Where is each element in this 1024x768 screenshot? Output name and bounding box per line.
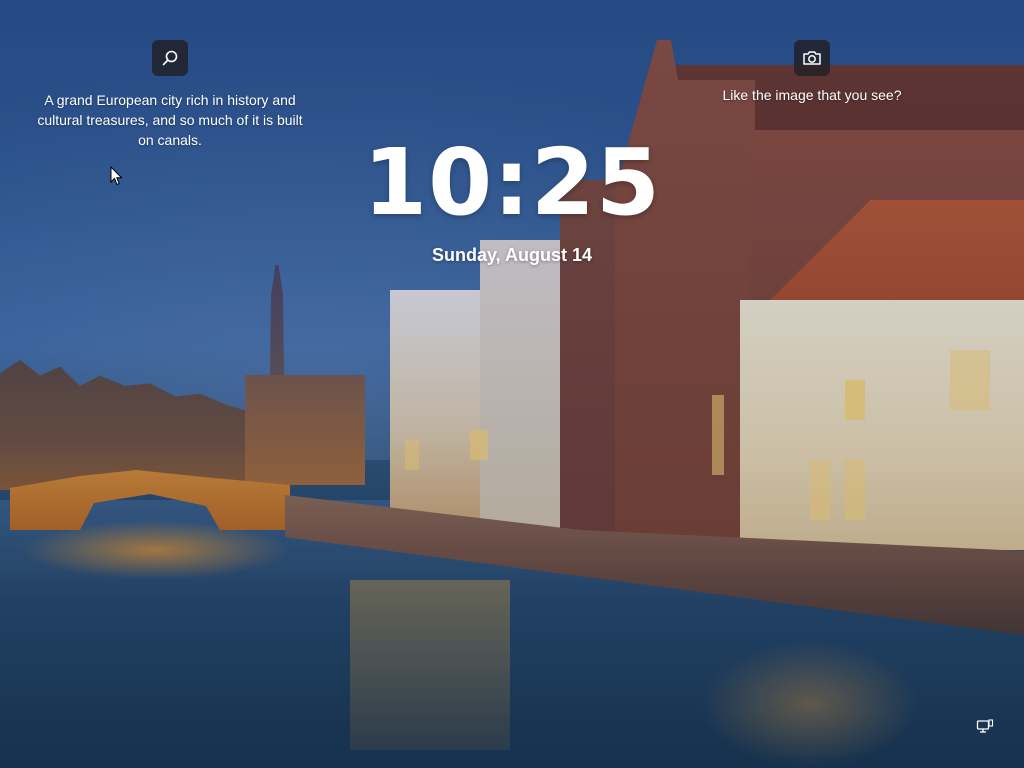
- camera-icon: [803, 51, 821, 65]
- lock-screen: A grand European city rich in history an…: [0, 0, 1024, 768]
- mouse-cursor-icon: [110, 166, 123, 186]
- network-icon: [976, 719, 994, 733]
- spotlight-info-button[interactable]: [152, 40, 188, 76]
- network-status-button[interactable]: [974, 716, 996, 738]
- clock-time: 10:25: [363, 129, 661, 236]
- clock-date: Sunday, August 14: [431, 245, 593, 265]
- like-prompt[interactable]: Like the image that you see?: [712, 86, 912, 104]
- search-icon: [162, 50, 178, 66]
- spotlight-description: A grand European city rich in history an…: [37, 92, 303, 148]
- spotlight-info: A grand European city rich in history an…: [30, 40, 310, 150]
- spotlight-like: Like the image that you see?: [712, 40, 912, 104]
- like-image-button[interactable]: [794, 40, 830, 76]
